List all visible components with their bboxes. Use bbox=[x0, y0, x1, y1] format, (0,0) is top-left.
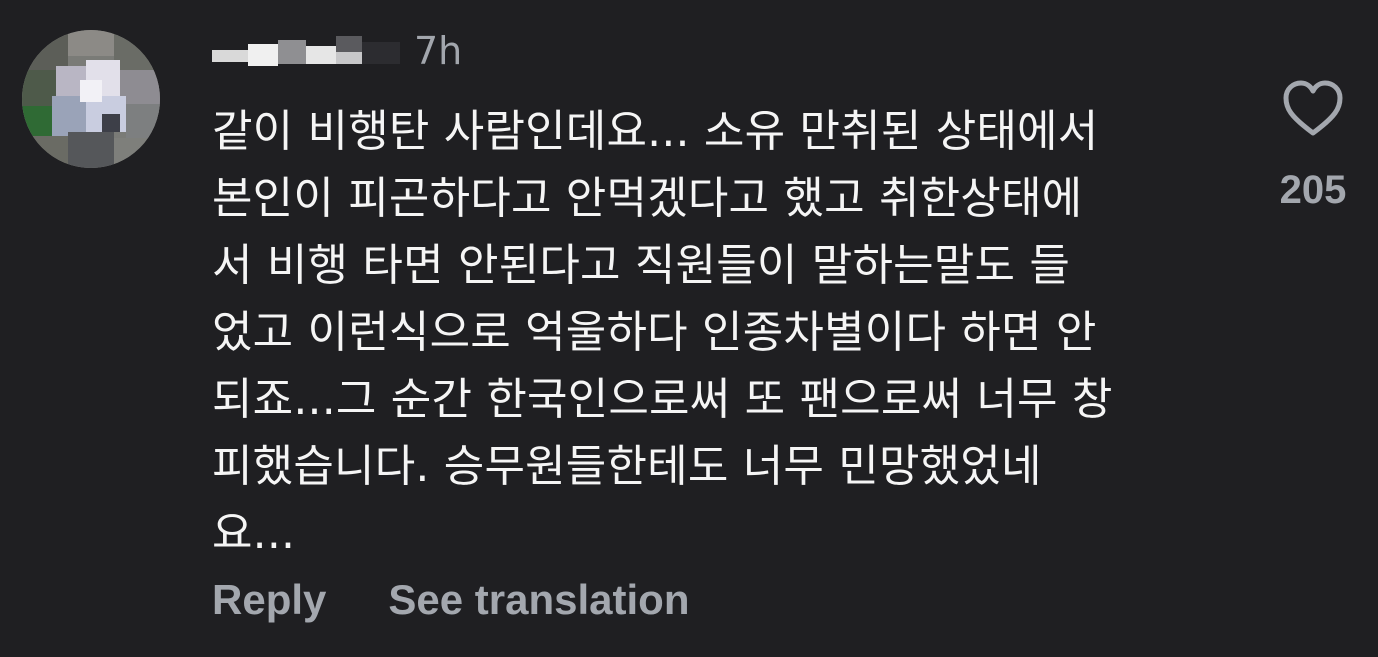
like-count: 205 bbox=[1279, 168, 1347, 212]
avatar[interactable] bbox=[22, 30, 160, 168]
comment-timestamp: 7h bbox=[414, 29, 463, 73]
see-translation-button[interactable]: See translation bbox=[388, 576, 689, 624]
reply-button[interactable]: Reply bbox=[212, 576, 326, 624]
like-area: 205 bbox=[1266, 80, 1360, 213]
comment-text: 같이 비행탄 사람인데요... 소유 만취된 상태에서 본인이 피곤하다고 안먹… bbox=[212, 106, 1113, 559]
comment-actions: Reply See translation bbox=[212, 576, 689, 624]
heart-outline-icon[interactable] bbox=[1282, 80, 1344, 138]
username-blurred[interactable] bbox=[212, 30, 400, 70]
comment-header: 7h bbox=[212, 22, 462, 78]
avatar-pixelated-image bbox=[22, 30, 160, 168]
